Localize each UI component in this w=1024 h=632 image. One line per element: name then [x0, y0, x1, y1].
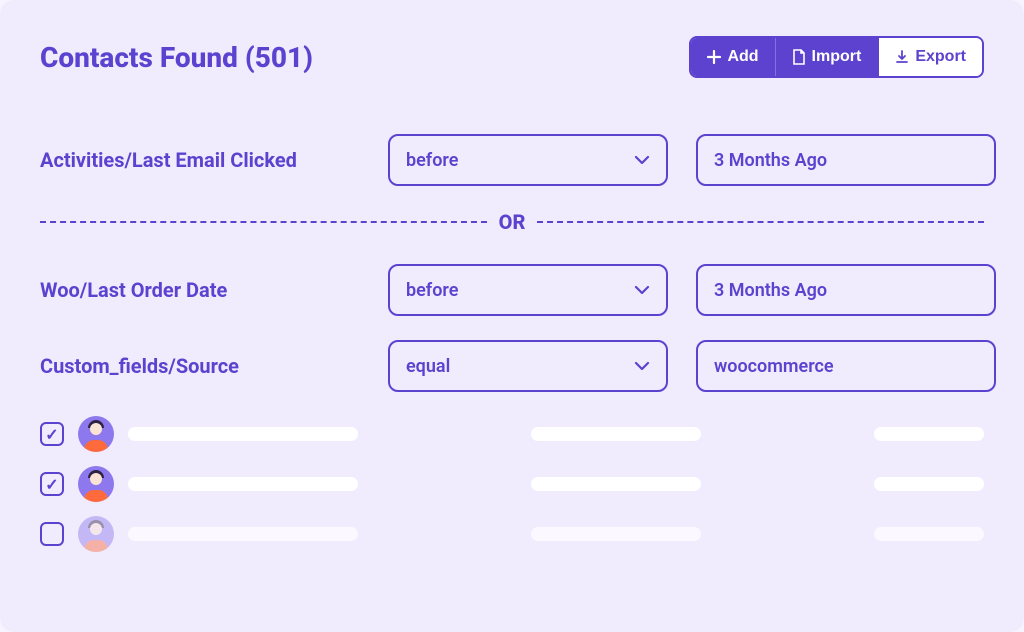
- filter-operator-value: before: [406, 280, 458, 301]
- list-item: [40, 466, 984, 502]
- file-import-icon: [792, 49, 806, 65]
- placeholder-text: [128, 477, 358, 491]
- filter-value-input[interactable]: woocommerce: [696, 340, 996, 392]
- row-checkbox[interactable]: [40, 522, 64, 546]
- filter-operator-value: equal: [406, 356, 450, 377]
- filter-value-input[interactable]: 3 Months Ago: [696, 134, 996, 186]
- chevron-down-icon: [634, 285, 650, 295]
- filter-operator-select[interactable]: before: [388, 134, 668, 186]
- add-button[interactable]: Add: [691, 38, 774, 76]
- filter-row: Custom_fields/Source equal woocommerce: [40, 340, 984, 392]
- divider-line: [537, 221, 984, 223]
- placeholder-text: [128, 527, 358, 541]
- placeholder-text: [531, 427, 701, 441]
- placeholder-text: [874, 527, 984, 541]
- filter-value-input[interactable]: 3 Months Ago: [696, 264, 996, 316]
- export-button[interactable]: Export: [877, 38, 982, 76]
- placeholder-text: [128, 427, 358, 441]
- filter-label: Activities/Last Email Clicked: [40, 148, 360, 172]
- or-label: OR: [499, 210, 526, 234]
- plus-icon: [707, 50, 721, 64]
- list-item: [40, 516, 984, 552]
- contacts-panel: Contacts Found (501) Add Import Export: [0, 0, 1024, 632]
- filter-operator-value: before: [406, 150, 458, 171]
- filter-operator-select[interactable]: equal: [388, 340, 668, 392]
- row-checkbox[interactable]: [40, 472, 64, 496]
- divider-line: [40, 221, 487, 223]
- page-title: Contacts Found (501): [40, 41, 313, 74]
- download-icon: [895, 50, 909, 64]
- header: Contacts Found (501) Add Import Export: [40, 36, 984, 78]
- action-button-group: Add Import Export: [689, 36, 984, 78]
- placeholder-text: [531, 477, 701, 491]
- export-button-label: Export: [915, 48, 966, 66]
- chevron-down-icon: [634, 361, 650, 371]
- add-button-label: Add: [727, 48, 758, 66]
- filter-value-text: 3 Months Ago: [714, 150, 827, 171]
- row-checkbox[interactable]: [40, 422, 64, 446]
- filter-row: Woo/Last Order Date before 3 Months Ago: [40, 264, 984, 316]
- or-divider: OR: [40, 210, 984, 234]
- placeholder-text: [874, 477, 984, 491]
- results-list: [40, 416, 984, 552]
- avatar: [78, 516, 114, 552]
- filter-value-text: 3 Months Ago: [714, 280, 827, 301]
- avatar: [78, 416, 114, 452]
- filter-row: Activities/Last Email Clicked before 3 M…: [40, 134, 984, 186]
- filter-label: Woo/Last Order Date: [40, 278, 360, 302]
- avatar: [78, 466, 114, 502]
- filter-label: Custom_fields/Source: [40, 354, 360, 378]
- list-item: [40, 416, 984, 452]
- import-button-label: Import: [812, 48, 862, 66]
- import-button[interactable]: Import: [775, 38, 878, 76]
- chevron-down-icon: [634, 155, 650, 165]
- filter-operator-select[interactable]: before: [388, 264, 668, 316]
- placeholder-text: [531, 527, 701, 541]
- placeholder-text: [874, 427, 984, 441]
- filter-value-text: woocommerce: [714, 356, 834, 377]
